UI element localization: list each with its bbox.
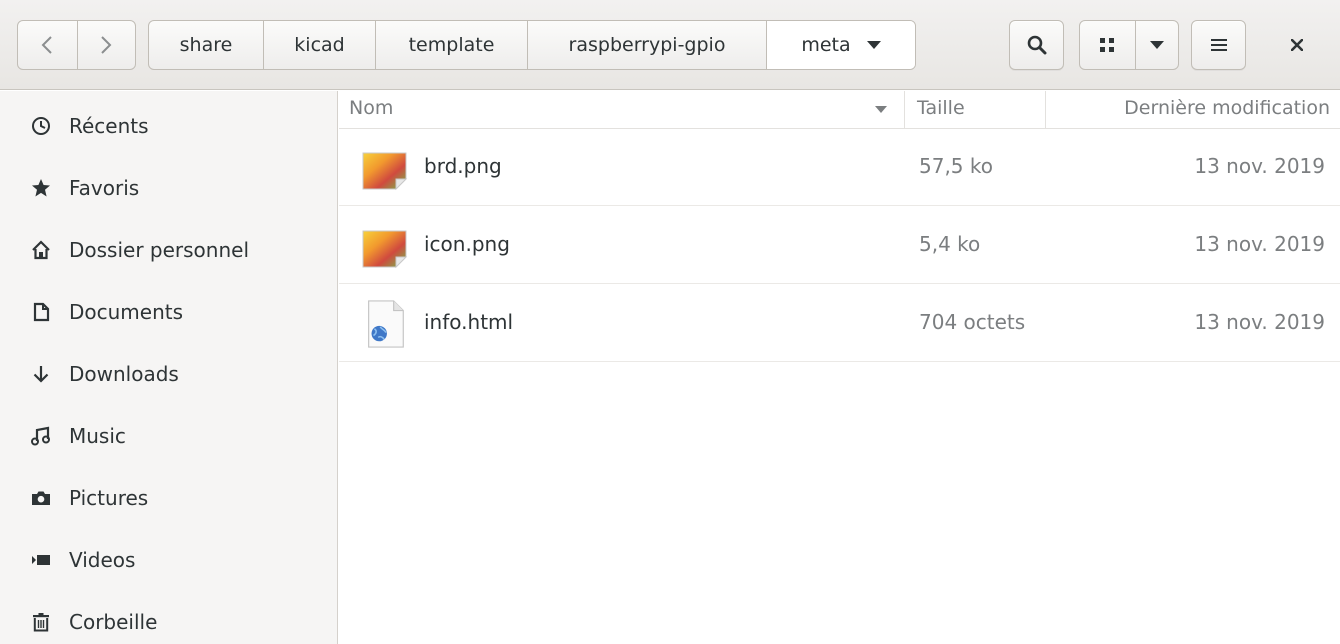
sidebar-item-label: Dossier personnel	[69, 238, 250, 262]
close-button[interactable]	[1272, 20, 1322, 70]
file-size: 57,5 ko	[919, 154, 993, 178]
sidebar-item-music[interactable]: Music	[0, 406, 337, 466]
column-header-size[interactable]: Taille	[917, 97, 965, 119]
grid-icon	[1100, 38, 1115, 52]
breadcrumb-raspberrypi-gpio[interactable]: raspberrypi-gpio	[528, 21, 767, 69]
sidebar-item-pictures[interactable]: Pictures	[0, 468, 337, 528]
caret-down-icon	[1149, 41, 1164, 49]
clock-icon	[31, 116, 51, 136]
header-bar: share kicad template raspberrypi-gpio me…	[0, 0, 1340, 90]
download-icon	[31, 364, 51, 384]
view-options-button[interactable]	[1134, 21, 1178, 69]
video-icon	[31, 550, 51, 570]
music-icon	[31, 426, 51, 446]
file-modified-date: 13 nov. 2019	[1194, 154, 1325, 178]
forward-button[interactable]	[76, 21, 136, 69]
image-file-icon	[362, 230, 408, 269]
caret-down-icon	[866, 41, 881, 49]
sidebar-item-recents[interactable]: Récents	[0, 96, 337, 156]
file-modified-date: 13 nov. 2019	[1194, 232, 1325, 256]
breadcrumb-meta-current[interactable]: meta	[767, 21, 915, 69]
sidebar-item-label: Downloads	[69, 362, 179, 386]
chevron-left-icon	[41, 36, 52, 54]
file-row-icon-png[interactable]: icon.png 5,4 ko 13 nov. 2019	[339, 207, 1340, 284]
column-headers: Nom Taille Dernière modification	[339, 91, 1340, 129]
file-list: Nom Taille Dernière modification brd.png…	[339, 91, 1340, 644]
trash-icon	[31, 612, 51, 632]
file-name: info.html	[424, 310, 514, 334]
search-button[interactable]	[1009, 20, 1064, 70]
sidebar-item-favoris[interactable]: Favoris	[0, 158, 337, 218]
file-name: icon.png	[424, 232, 510, 256]
star-icon	[31, 178, 51, 198]
sidebar-item-documents[interactable]: Documents	[0, 282, 337, 342]
breadcrumb: share kicad template raspberrypi-gpio me…	[148, 20, 916, 70]
breadcrumb-template[interactable]: template	[376, 21, 528, 69]
navigation-buttons	[17, 20, 136, 70]
sidebar-item-label: Music	[69, 424, 126, 448]
menu-button[interactable]	[1191, 20, 1246, 70]
sidebar-item-downloads[interactable]: Downloads	[0, 344, 337, 404]
sidebar-item-label: Récents	[69, 114, 149, 138]
column-separator	[904, 91, 905, 129]
column-header-name[interactable]: Nom	[349, 97, 393, 119]
html-file-icon	[368, 300, 404, 348]
image-file-icon	[362, 152, 408, 191]
breadcrumb-kicad[interactable]: kicad	[264, 21, 376, 69]
sidebar-item-label: Documents	[69, 300, 184, 324]
sidebar-item-label: Corbeille	[69, 610, 158, 634]
home-icon	[31, 240, 51, 260]
sidebar-item-home[interactable]: Dossier personnel	[0, 220, 337, 280]
search-icon	[1027, 35, 1046, 55]
grid-view-button[interactable]	[1080, 21, 1135, 69]
hamburger-menu-icon	[1210, 39, 1227, 51]
sidebar-item-label: Videos	[69, 548, 136, 572]
column-header-modified[interactable]: Dernière modification	[1124, 97, 1330, 119]
file-name: brd.png	[424, 154, 502, 178]
document-icon	[31, 302, 51, 322]
file-size: 5,4 ko	[919, 232, 981, 256]
camera-icon	[31, 488, 51, 508]
file-row-info-html[interactable]: info.html 704 octets 13 nov. 2019	[339, 285, 1340, 362]
sort-descending-icon[interactable]	[875, 106, 887, 113]
file-modified-date: 13 nov. 2019	[1194, 310, 1325, 334]
sidebar-item-label: Favoris	[69, 176, 140, 200]
view-toggle-group	[1079, 20, 1179, 70]
file-size: 704 octets	[919, 310, 1026, 334]
sidebar-item-label: Pictures	[69, 486, 149, 510]
sidebar-item-trash[interactable]: Corbeille	[0, 592, 337, 644]
column-separator	[1045, 91, 1046, 129]
sidebar-item-videos[interactable]: Videos	[0, 530, 337, 590]
close-icon	[1291, 39, 1303, 51]
chevron-right-icon	[101, 36, 112, 54]
back-button[interactable]	[18, 21, 77, 69]
breadcrumb-share[interactable]: share	[149, 21, 264, 69]
file-row-brd-png[interactable]: brd.png 57,5 ko 13 nov. 2019	[339, 129, 1340, 206]
breadcrumb-meta-label: meta	[801, 34, 851, 56]
sidebar: Récents Favoris Dossier personnel Docume…	[0, 91, 338, 644]
